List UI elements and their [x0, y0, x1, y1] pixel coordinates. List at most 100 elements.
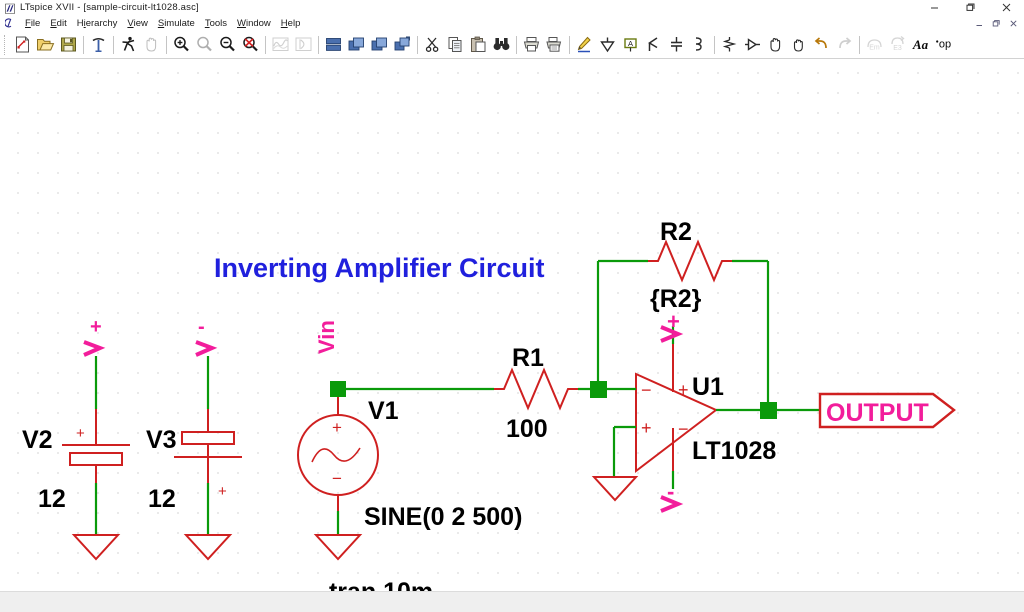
- vplus-flag-v2: +: [83, 316, 106, 357]
- ltspice-system-icon[interactable]: [3, 16, 18, 30]
- menu-item-tools[interactable]: Tools: [200, 18, 232, 29]
- component-hammer-icon[interactable]: [87, 33, 110, 56]
- place-capacitor-icon[interactable]: [665, 33, 688, 56]
- svg-text:Aa: Aa: [912, 37, 929, 52]
- mdi-close-button[interactable]: [1005, 16, 1022, 30]
- opamp-vee-pin-label: −: [678, 419, 689, 439]
- rotate-icon[interactable]: E3: [886, 33, 909, 56]
- zoom-out-icon[interactable]: [216, 33, 239, 56]
- vminus-net-label: -: [198, 316, 205, 338]
- place-net-label-icon[interactable]: A: [619, 33, 642, 56]
- mdi-child-controls: [971, 16, 1022, 30]
- toolbar-separator: [318, 35, 319, 54]
- cascade-icon[interactable]: [368, 33, 391, 56]
- draw-pencil-icon[interactable]: [573, 33, 596, 56]
- svg-text:Em: Em: [869, 45, 880, 52]
- menu-bar: File Edit Hierarchy View Simulate Tools …: [0, 15, 1024, 31]
- mirror-icon[interactable]: Em: [863, 33, 886, 56]
- ground-symbol-opamp: [591, 476, 639, 502]
- redo-icon[interactable]: [833, 33, 856, 56]
- menu-item-view[interactable]: View: [122, 18, 152, 29]
- svg-text:E3: E3: [893, 45, 902, 52]
- paste-icon[interactable]: [467, 33, 490, 56]
- copy-icon[interactable]: [444, 33, 467, 56]
- place-inductor-icon[interactable]: [688, 33, 711, 56]
- arrange-icons-icon[interactable]: [391, 33, 414, 56]
- zoom-in-icon[interactable]: [170, 33, 193, 56]
- waveform-view-icon[interactable]: [269, 33, 292, 56]
- v3-designator: V3: [146, 426, 177, 454]
- toolbar-separator: [113, 35, 114, 54]
- svg-text:A: A: [628, 39, 633, 48]
- menu-item-simulate[interactable]: Simulate: [153, 18, 200, 29]
- cut-scissors-icon[interactable]: [421, 33, 444, 56]
- menu-item-file[interactable]: File: [20, 18, 45, 29]
- move-hand-icon[interactable]: [764, 33, 787, 56]
- run-simulation-icon[interactable]: [117, 33, 140, 56]
- zoom-full-extents-icon[interactable]: [239, 33, 262, 56]
- halt-hand-icon[interactable]: [140, 33, 163, 56]
- ground-symbol-v1: [313, 534, 363, 561]
- spice-error-log-icon[interactable]: [292, 33, 315, 56]
- spice-directive-tran[interactable]: .tran 10m: [322, 578, 433, 591]
- place-diode-icon[interactable]: [642, 33, 665, 56]
- window-close-button[interactable]: [988, 0, 1024, 15]
- new-schematic-icon[interactable]: [11, 33, 34, 56]
- save-file-icon[interactable]: [57, 33, 80, 56]
- toolbar-separator: [83, 35, 84, 54]
- toolbar-separator: [714, 35, 715, 54]
- title-bar: LTspice XVII - [sample-circuit-lt1028.as…: [0, 0, 1024, 15]
- zoom-area-icon[interactable]: [193, 33, 216, 56]
- u1-value: LT1028: [692, 437, 776, 465]
- print-icon[interactable]: [520, 33, 543, 56]
- menu-item-edit[interactable]: Edit: [45, 18, 71, 29]
- v2-value: 12: [38, 485, 66, 513]
- opamp-inverting-pin-label: −: [641, 380, 652, 400]
- vminus-flag-v3: -: [195, 316, 218, 357]
- vin-net-label: Vin: [314, 320, 339, 354]
- mdi-minimize-button[interactable]: [971, 16, 988, 30]
- window-maximize-button[interactable]: [952, 0, 988, 15]
- place-component-icon[interactable]: [741, 33, 764, 56]
- ground-symbol-v2: [71, 534, 121, 561]
- schematic-title: Inverting Amplifier Circuit: [214, 253, 545, 283]
- toolbar-separator: [166, 35, 167, 54]
- menu-item-window[interactable]: Window: [232, 18, 276, 29]
- open-file-icon[interactable]: [34, 33, 57, 56]
- resistor-r1-body: [494, 367, 578, 411]
- undo-icon[interactable]: [810, 33, 833, 56]
- text-tool-icon[interactable]: Aa: [909, 33, 932, 56]
- window-minimize-button[interactable]: [916, 0, 952, 15]
- tile-vertical-icon[interactable]: [345, 33, 368, 56]
- v2-polarity-plus: +: [76, 425, 85, 442]
- v2-plate-short-bottom: [69, 452, 123, 466]
- place-resistor-icon[interactable]: [718, 33, 741, 56]
- v2-designator: V2: [22, 426, 53, 454]
- find-binoculars-icon[interactable]: [490, 33, 513, 56]
- opamp-noninverting-pin-label: +: [641, 418, 652, 438]
- toolbar-separator: [516, 35, 517, 54]
- v1-polarity-plus: +: [332, 418, 342, 437]
- toolbar-grip[interactable]: [4, 34, 8, 55]
- toolbar-separator: [569, 35, 570, 54]
- resistor-r2-body: [648, 239, 732, 283]
- print-preview-icon[interactable]: [543, 33, 566, 56]
- schematic-canvas[interactable]: Inverting Amplifier Circuit + + V2 12 -: [0, 59, 1024, 591]
- toolbar-separator: [859, 35, 860, 54]
- spice-directive-icon[interactable]: op: [932, 33, 955, 56]
- place-ground-icon[interactable]: [596, 33, 619, 56]
- v1-designator: V1: [368, 397, 399, 425]
- mdi-restore-button[interactable]: [988, 16, 1005, 30]
- drag-hand-icon[interactable]: [787, 33, 810, 56]
- window-title: LTspice XVII - [sample-circuit-lt1028.as…: [20, 2, 199, 13]
- r1-value: 100: [506, 415, 548, 443]
- window-controls: [916, 0, 1024, 15]
- v3-polarity-plus: +: [218, 483, 227, 500]
- r2-designator: R2: [660, 218, 692, 246]
- output-net-label: OUTPUT: [826, 399, 929, 427]
- main-toolbar: A Em E3 Aa op: [0, 31, 1024, 59]
- menu-item-help[interactable]: Help: [276, 18, 306, 29]
- toolbar-separator: [417, 35, 418, 54]
- tile-horizontal-icon[interactable]: [322, 33, 345, 56]
- menu-item-hierarchy[interactable]: Hierarchy: [72, 18, 123, 29]
